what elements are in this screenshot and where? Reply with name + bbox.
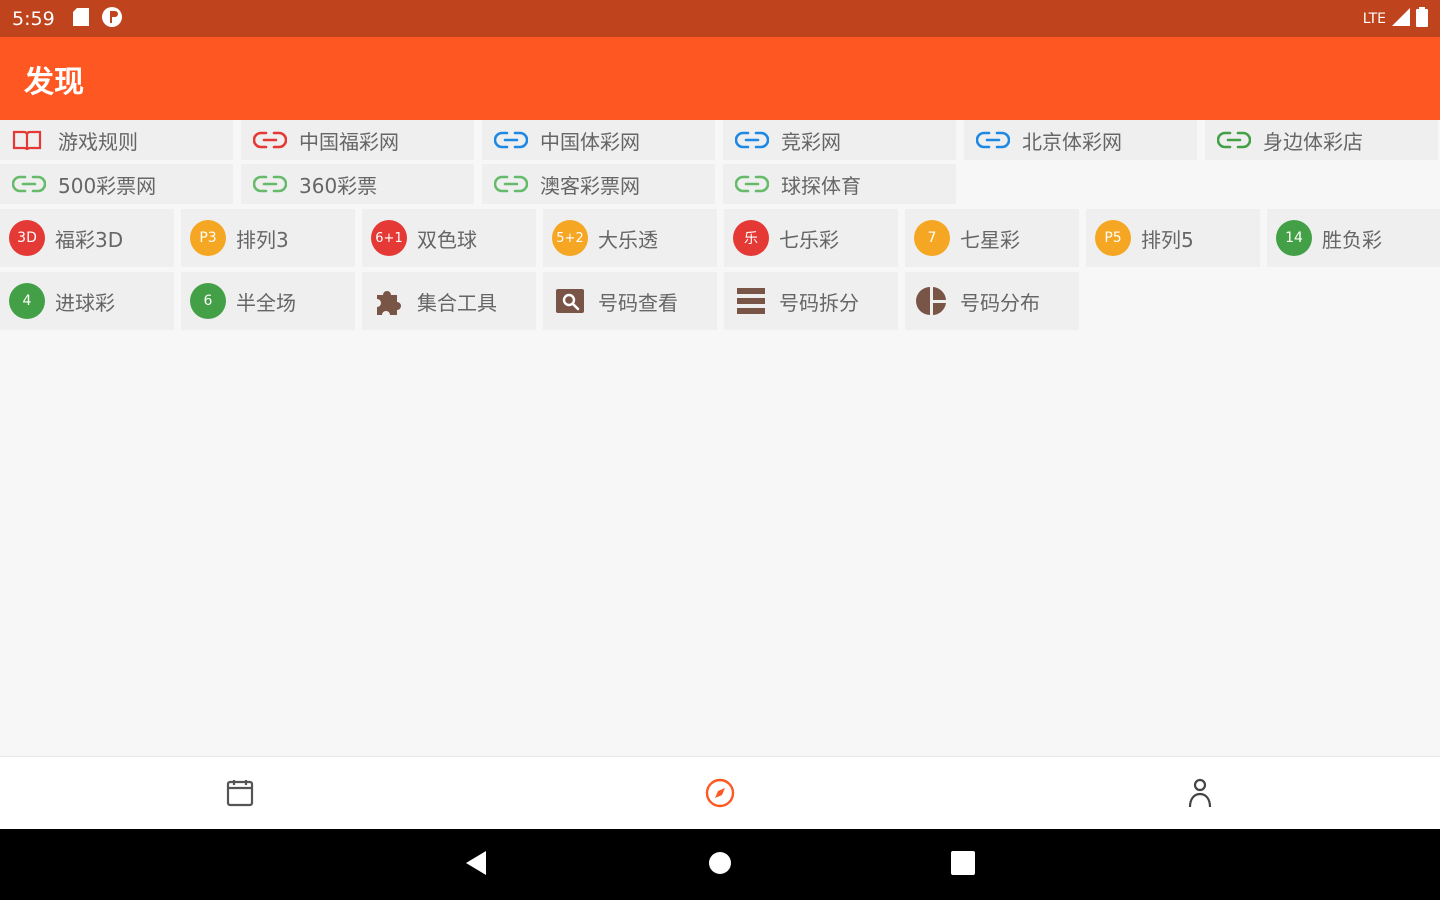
link-item-beijing[interactable]: 北京体彩网	[964, 120, 1197, 160]
link-item-cwl[interactable]: 中国福彩网	[241, 120, 474, 160]
game-badge: 5+2	[552, 220, 588, 256]
link-label: 球探体育	[781, 173, 861, 198]
system-back-button[interactable]	[458, 847, 494, 883]
link-icon	[734, 174, 770, 194]
split-icon	[733, 283, 769, 319]
search-box-icon	[552, 283, 588, 319]
link-label: 中国福彩网	[299, 129, 399, 154]
game-label: 七星彩	[960, 227, 1020, 252]
game-label: 七乐彩	[779, 227, 839, 252]
recents-square-icon	[950, 850, 976, 880]
page-title: 发现	[24, 64, 84, 100]
link-label: 360彩票	[299, 173, 378, 198]
link-item-rules[interactable]: 游戏规则	[0, 120, 233, 160]
game-item-qlc[interactable]: 乐 七乐彩	[724, 209, 898, 267]
game-badge: 6+1	[371, 220, 407, 256]
back-triangle-icon	[464, 850, 488, 880]
game-item-qxc[interactable]: 7 七星彩	[905, 209, 1079, 267]
tool-item-distribution[interactable]: 号码分布	[905, 272, 1079, 330]
bottom-nav	[0, 756, 1440, 829]
compass-icon	[704, 777, 736, 813]
game-label: 进球彩	[55, 290, 115, 315]
link-icon	[252, 130, 288, 150]
tool-item-collection[interactable]: 集合工具	[362, 272, 536, 330]
game-badge: 14	[1276, 220, 1312, 256]
system-nav-bar	[0, 829, 1440, 900]
game-item-ssq[interactable]: 6+1 双色球	[362, 209, 536, 267]
link-label: 500彩票网	[58, 173, 157, 198]
sd-card-icon	[72, 7, 89, 30]
tool-item-view[interactable]: 号码查看	[543, 272, 717, 330]
link-label: 竞彩网	[781, 129, 841, 154]
game-badge: 3D	[9, 220, 45, 256]
status-right: LTE	[1362, 6, 1428, 31]
battery-icon	[1416, 6, 1428, 31]
game-item-bqc[interactable]: 6 半全场	[181, 272, 355, 330]
game-badge: P3	[190, 220, 226, 256]
tool-label: 号码分布	[960, 290, 1040, 315]
link-icon	[493, 174, 529, 194]
link-label: 游戏规则	[58, 129, 138, 154]
discover-content: 游戏规则 中国福彩网 中国体彩网 竞彩网 北京体彩网 身边体彩店 500彩票网 …	[0, 120, 1440, 756]
status-bar: 5:59 LTE	[0, 0, 1440, 37]
link-item-360[interactable]: 360彩票	[241, 164, 474, 204]
link-label: 澳客彩票网	[540, 173, 640, 198]
nav-calendar[interactable]	[220, 775, 260, 815]
system-home-button[interactable]	[702, 847, 738, 883]
nav-discover[interactable]	[700, 775, 740, 815]
link-label: 中国体彩网	[540, 129, 640, 154]
pie-chart-icon	[914, 283, 950, 319]
system-recents-button[interactable]	[945, 847, 981, 883]
tool-item-split[interactable]: 号码拆分	[724, 272, 898, 330]
game-badge: 乐	[733, 220, 769, 256]
app-bar: 发现	[0, 37, 1440, 120]
tool-label: 集合工具	[417, 290, 497, 315]
book-icon	[12, 130, 46, 151]
game-badge: 7	[914, 220, 950, 256]
link-icon	[11, 174, 47, 194]
link-label: 身边体彩店	[1263, 129, 1363, 154]
tool-label: 号码查看	[598, 290, 678, 315]
game-item-p5[interactable]: P5 排列5	[1086, 209, 1260, 267]
game-label: 大乐透	[598, 227, 658, 252]
app-notification-icon	[101, 6, 123, 32]
link-item-nearby-store[interactable]: 身边体彩店	[1205, 120, 1438, 160]
game-badge: P5	[1095, 220, 1131, 256]
link-icon	[252, 174, 288, 194]
status-time: 5:59	[12, 7, 55, 30]
game-item-fc3d[interactable]: 3D 福彩3D	[0, 209, 174, 267]
link-icon	[734, 130, 770, 150]
signal-icon	[1392, 7, 1410, 30]
game-item-p3[interactable]: P3 排列3	[181, 209, 355, 267]
game-item-sfc[interactable]: 14 胜负彩	[1267, 209, 1440, 267]
game-label: 福彩3D	[55, 227, 124, 252]
game-badge: 4	[9, 283, 45, 319]
game-label: 排列5	[1141, 227, 1194, 252]
person-icon	[1185, 777, 1215, 813]
game-badge: 6	[190, 283, 226, 319]
link-item-okooo[interactable]: 澳客彩票网	[482, 164, 715, 204]
link-icon	[1216, 130, 1252, 150]
game-item-jqc[interactable]: 4 进球彩	[0, 272, 174, 330]
game-label: 胜负彩	[1322, 227, 1382, 252]
link-icon	[975, 130, 1011, 150]
nav-profile[interactable]	[1180, 775, 1220, 815]
home-circle-icon	[707, 850, 733, 880]
link-item-sporttery[interactable]: 中国体彩网	[482, 120, 715, 160]
game-label: 排列3	[236, 227, 289, 252]
tool-label: 号码拆分	[779, 290, 859, 315]
game-label: 半全场	[236, 290, 296, 315]
network-label: LTE	[1362, 10, 1386, 27]
calendar-icon	[225, 778, 255, 812]
link-label: 北京体彩网	[1022, 129, 1122, 154]
link-item-jingcai[interactable]: 竞彩网	[723, 120, 956, 160]
game-item-dlt[interactable]: 5+2 大乐透	[543, 209, 717, 267]
link-item-500[interactable]: 500彩票网	[0, 164, 233, 204]
link-item-qiutan[interactable]: 球探体育	[723, 164, 956, 204]
game-label: 双色球	[417, 227, 477, 252]
puzzle-icon	[371, 283, 407, 319]
link-icon	[493, 130, 529, 150]
